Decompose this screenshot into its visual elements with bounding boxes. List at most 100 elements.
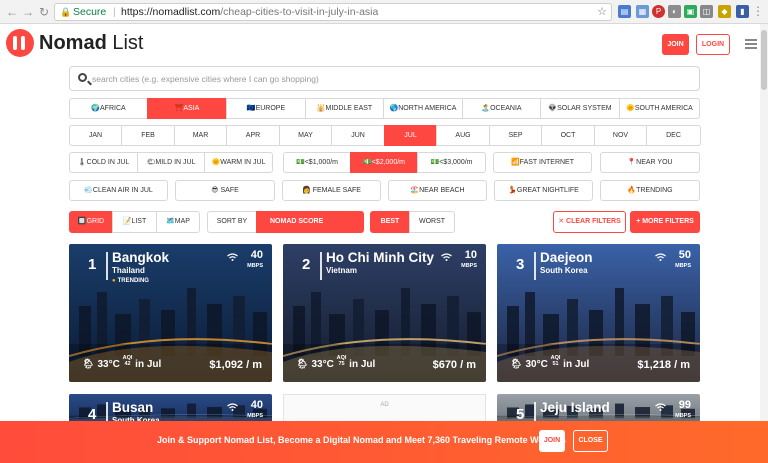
extension-icon[interactable]: ▮ (736, 5, 749, 18)
hamburger-menu-icon[interactable] (745, 39, 757, 49)
wifi-icon (227, 253, 238, 261)
view-list-button[interactable]: 📝LIST (112, 211, 157, 233)
month-aug[interactable]: AUG (436, 125, 490, 146)
city-name[interactable]: Daejeon (540, 250, 593, 265)
secure-label: Secure (73, 6, 107, 18)
reload-icon[interactable]: ↻ (36, 4, 52, 20)
trending-badge: TRENDING (112, 278, 149, 284)
extension-icon[interactable]: ◐ (668, 5, 681, 18)
extension-icon[interactable]: ▦ (636, 5, 649, 18)
sort-select[interactable]: NOMAD SCORE (256, 211, 364, 233)
extension-icon[interactable]: ▣ (684, 5, 697, 18)
filter-near-beach[interactable]: 🏖️NEAR BEACH (388, 180, 487, 201)
city-country: Vietnam (326, 266, 357, 275)
filter-near-you[interactable]: 📍NEAR YOU (600, 152, 700, 173)
city-card[interactable]: 1 BangkokThailand TRENDING 40MBPS 🌦 33°C AQI… (69, 244, 272, 382)
region-middle-east[interactable]: 🕌MIDDLE EAST (305, 98, 384, 119)
filter-fast-internet[interactable]: 📶FAST INTERNET (493, 152, 592, 173)
month-feb[interactable]: FEB (121, 125, 175, 146)
view-map-button[interactable]: 🗺️MAP (156, 211, 200, 233)
month-mar[interactable]: MAR (174, 125, 227, 146)
extension-icon[interactable]: ◫ (700, 5, 713, 18)
back-icon[interactable]: ← (4, 4, 20, 20)
city-name[interactable]: Ho Chi Minh City (326, 250, 434, 265)
cost-filter-group: 💵<$1,000/m 💵<$2,000/m 💵<$3,000/m (283, 152, 486, 173)
city-country: South Korea (540, 266, 588, 275)
filter-cold[interactable]: 🌡COLD IN JUL (69, 152, 138, 173)
city-name[interactable]: Bangkok (112, 250, 169, 265)
city-card[interactable]: 4 Busan South Korea 40 MBPS (69, 394, 272, 424)
scrollbar[interactable] (760, 24, 768, 421)
filter-clean-air[interactable]: 💨CLEAN AIR IN JUL (69, 180, 168, 201)
month-nov[interactable]: NOV (594, 125, 647, 146)
internet-speed: 50 MBPS (675, 249, 691, 270)
filter-cost-3000[interactable]: 💵<$3,000/m (417, 152, 486, 173)
month-may[interactable]: MAY (279, 125, 332, 146)
city-name[interactable]: Jeju Island (540, 400, 610, 415)
weather-info: 🌦 30°C AQI 51 in Jul (510, 355, 590, 370)
filter-nightlife[interactable]: 💃GREAT NIGHTLIFE (494, 180, 593, 201)
filter-warm[interactable]: 🌞WARM IN JUL (204, 152, 273, 173)
filter-mild[interactable]: 🌤MILD IN JUL (137, 152, 205, 173)
nomad-list-logo-icon[interactable] (6, 29, 34, 57)
region-africa[interactable]: 🌍AFRICA (69, 98, 148, 119)
view-grid-button[interactable]: 🔲GRID (69, 211, 113, 233)
city-rank: 3 (516, 256, 525, 273)
more-filters-button[interactable]: + MORE FILTERS (630, 211, 700, 233)
sort-best-button[interactable]: BEST (370, 211, 410, 233)
filter-female-safe[interactable]: 👩 FEMALE SAFE (282, 180, 381, 201)
internet-speed: 40 MBPS (247, 399, 263, 420)
filter-cost-2000[interactable]: 💵<$2,000/m (350, 152, 418, 173)
extension-icon[interactable]: ◆ (718, 5, 731, 18)
month-filter-bar: JAN FEB MAR APR MAY JUN JUL AUG SEP OCT … (69, 125, 701, 146)
city-card[interactable]: 3 Daejeon South Korea 50 MBPS 🌦 30°C AQI 51 in… (497, 244, 700, 382)
search-icon (78, 73, 87, 82)
internet-speed: 10 MBPS (461, 249, 477, 270)
month-jun[interactable]: JUN (331, 125, 385, 146)
month-jul[interactable]: JUL (384, 125, 437, 146)
city-country: Thailand (112, 266, 145, 275)
filter-trending[interactable]: 🔥TRENDING (600, 180, 700, 201)
month-dec[interactable]: DEC (646, 125, 701, 146)
filter-safe[interactable]: 😎 SAFE (175, 180, 275, 201)
forward-icon[interactable]: → (20, 4, 36, 20)
sort-worst-button[interactable]: WORST (409, 211, 455, 233)
login-button[interactable]: LOGIN (696, 34, 730, 55)
bookmark-star-icon[interactable]: ☆ (597, 4, 607, 20)
url-text: https://nomadlist.com/cheap-cities-to-vi… (121, 6, 379, 18)
wifi-icon (655, 403, 666, 411)
city-photo (69, 394, 272, 424)
cost-per-month: $1,092 / m (209, 359, 262, 371)
banner-message: Join & Support Nomad List, Become a Digi… (157, 435, 566, 445)
menu-dots-icon[interactable]: ⋮ (750, 3, 766, 19)
month-jan[interactable]: JAN (69, 125, 122, 146)
region-north-america[interactable]: 🌎NORTH AMERICA (383, 98, 463, 119)
region-europe[interactable]: 🇪🇺EUROPE (226, 98, 306, 119)
city-card[interactable]: 2 Ho Chi Minh City Vietnam 10 MBPS 🌦 33°C AQI… (283, 244, 486, 382)
filter-cost-1000[interactable]: 💵<$1,000/m (283, 152, 351, 173)
city-card[interactable]: 5 Jeju Island 99 MBPS (497, 394, 700, 424)
address-bar[interactable]: 🔒 Secure | https://nomadlist.com/cheap-c… (54, 3, 612, 21)
banner-close-button[interactable]: CLOSE (573, 430, 608, 452)
city-name[interactable]: Busan (112, 400, 153, 415)
month-apr[interactable]: APR (226, 125, 280, 146)
month-oct[interactable]: OCT (541, 125, 595, 146)
ad-slot[interactable]: AD (283, 394, 486, 424)
search-box (69, 66, 700, 91)
join-banner: Join & Support Nomad List, Become a Digi… (0, 421, 768, 463)
month-sep[interactable]: SEP (489, 125, 542, 146)
region-asia[interactable]: ⛩️ASIA (147, 98, 227, 119)
region-solar-system[interactable]: 👽SOLAR SYSTEM (540, 98, 620, 119)
internet-speed: 40 MBPS (247, 249, 263, 270)
region-oceania[interactable]: 🏝️OCEANIA (462, 98, 541, 119)
clear-filters-button[interactable]: ✕ CLEAR FILTERS (553, 211, 626, 233)
logo-text[interactable]: Nomad List (39, 32, 143, 55)
pinterest-icon[interactable]: P (652, 5, 665, 18)
region-south-america[interactable]: 🌞SOUTH AMERICA (619, 98, 700, 119)
extension-icon[interactable]: ▤ (618, 5, 631, 18)
city-rank: 2 (302, 256, 311, 273)
join-button[interactable]: JOIN (662, 34, 689, 55)
banner-join-button[interactable]: JOIN (539, 430, 565, 452)
browser-toolbar: ← → ↻ 🔒 Secure | https://nomadlist.com/c… (0, 0, 768, 24)
search-input[interactable] (92, 70, 692, 87)
